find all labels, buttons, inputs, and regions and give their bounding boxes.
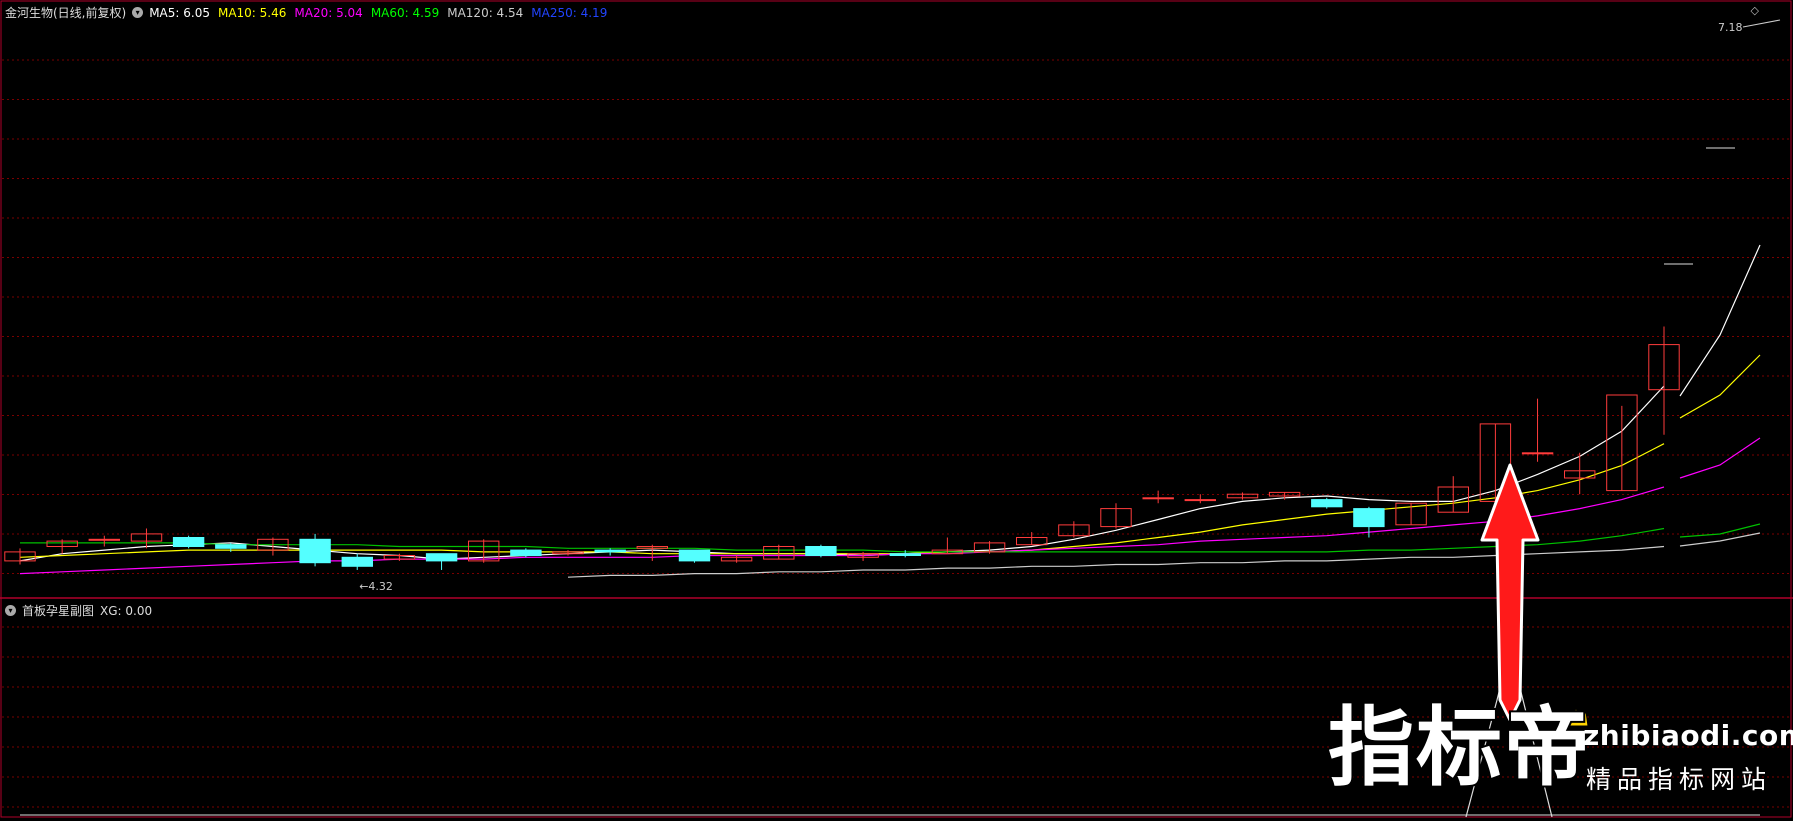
chevron-down-icon[interactable]: ▾ (132, 7, 144, 18)
red-arrow-icon (1480, 463, 1540, 722)
candle-body (88, 538, 120, 541)
high-price-label: 7.18 (1718, 21, 1743, 34)
ma-line-ma60 (20, 527, 1665, 553)
watermark-brand: 指标帝 (1326, 698, 1592, 798)
ma-legend-item: MA20: 5.04 (294, 5, 363, 20)
sub-panel-title: 首板孕星副图 (22, 604, 95, 618)
ma-line-ma10-tail (1679, 354, 1761, 419)
watermark-url: zhibiaodi.com (1583, 719, 1793, 752)
candle-body (1521, 452, 1554, 455)
watermark-tagline: 精品指标网站 (1586, 765, 1773, 794)
ma-legend-item: MA5: 6.05 (149, 5, 210, 20)
ma-legend-item: MA250: 4.19 (531, 5, 608, 20)
outer-frame (0, 0, 1792, 818)
ma-line-ma10 (19, 443, 1665, 558)
stock-name: 金河生物(日线,前复权) (5, 6, 127, 20)
chevron-down-icon[interactable]: ▾ (5, 605, 16, 616)
sub-panel-header: ▾ 首板孕星副图 XG: 0.00 (5, 602, 152, 619)
candle-body (299, 538, 331, 564)
candle-body (678, 549, 711, 562)
ma-line-ma20 (19, 486, 1665, 575)
corner-diamond-icon[interactable]: ◇ (1751, 4, 1759, 17)
candle-body (172, 537, 205, 547)
ma-legend-item: MA60: 4.59 (370, 5, 440, 20)
main-panel-header: 金河生物(日线,前复权) ▾ MA5: 6.05 MA10: 5.46 MA20: … (5, 4, 607, 21)
candle-body (341, 556, 374, 567)
candle-body (805, 546, 837, 556)
candle-body (594, 549, 626, 553)
candle-body (215, 544, 247, 549)
sub-panel-value: XG: 0.00 (100, 603, 153, 618)
ma-line-ma5 (19, 385, 1665, 562)
ma-line-ma120-tail (1679, 532, 1761, 547)
candle-body (1184, 499, 1216, 502)
ma-legend: MA5: 6.05 MA10: 5.46 MA20: 5.04 MA60: 4.59 M… (149, 6, 607, 20)
ma-line-ma20-tail (1679, 437, 1761, 479)
candle-body (1311, 499, 1343, 508)
candle-body (425, 553, 458, 562)
low-price-label: ←4.32 (359, 580, 393, 593)
candle-body (889, 553, 921, 557)
high-pointer (1742, 19, 1781, 28)
candle-body (1353, 508, 1385, 528)
ma-legend-item: MA120: 4.54 (447, 5, 524, 20)
candle-body (510, 549, 542, 556)
candle-body (1142, 497, 1174, 500)
ma-legend-item: MA10: 5.46 (217, 5, 287, 20)
ma-line-ma5-tail (1679, 244, 1761, 397)
